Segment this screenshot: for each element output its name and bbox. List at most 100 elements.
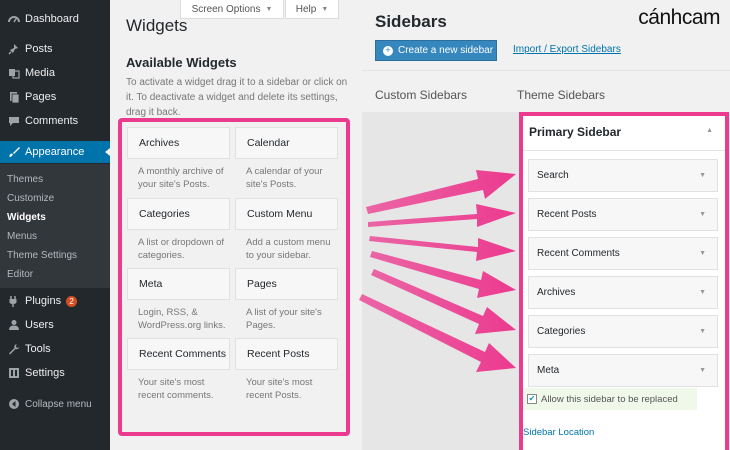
divider	[362, 70, 730, 71]
widget-description: A monthly archive of your site's Posts.	[138, 166, 224, 190]
submenu-menus[interactable]: Menus	[7, 231, 37, 242]
settings-icon	[7, 367, 20, 380]
widget-description: Your site's most recent comments.	[138, 377, 214, 401]
primary-sidebar-title[interactable]: Primary Sidebar	[529, 125, 621, 139]
sidebar-widget-search[interactable]: Search ▼	[528, 159, 718, 192]
sidebar-location-link[interactable]: Sidebar Location	[523, 427, 594, 438]
sidebar-widget-title: Search	[537, 170, 569, 181]
widget-description: Login, RSS, & WordPress.org links.	[138, 307, 226, 331]
widget-title: Calendar	[247, 137, 290, 149]
pages-icon	[7, 91, 20, 104]
import-export-link[interactable]: Import / Export Sidebars	[513, 44, 621, 55]
widget-description: A list of your site's Pages.	[246, 307, 322, 331]
widget-recent-posts[interactable]: Recent Posts	[235, 338, 338, 370]
divider	[523, 150, 725, 151]
submenu-widgets[interactable]: Widgets	[7, 212, 46, 223]
widget-title: Meta	[139, 278, 163, 290]
caret-down-icon[interactable]: ▼	[699, 172, 706, 179]
submenu-editor[interactable]: Editor	[7, 269, 33, 280]
replace-sidebar-label: Allow this sidebar to be replaced	[541, 393, 678, 405]
plug-icon	[7, 295, 20, 308]
help-button[interactable]: Help ▼	[285, 0, 339, 19]
submenu-customize[interactable]: Customize	[7, 193, 54, 204]
widget-description: A calendar of your site's Posts.	[246, 166, 323, 190]
theme-sidebars-heading: Theme Sidebars	[517, 88, 606, 102]
sidebar-widget-title: Recent Posts	[537, 209, 597, 220]
sidebar-widget-archives[interactable]: Archives ▼	[528, 276, 718, 309]
widget-title: Custom Menu	[247, 208, 313, 220]
sidebar-widget-recent-comments[interactable]: Recent Comments ▼	[528, 237, 718, 270]
menu-item-comments[interactable]: Comments	[0, 110, 110, 132]
widget-title: Categories	[139, 208, 190, 220]
screen-options-button[interactable]: Screen Options ▼	[180, 0, 284, 19]
media-icon	[7, 67, 20, 80]
create-sidebar-button[interactable]: + Create a new sidebar	[375, 40, 497, 61]
widgets-panel: Screen Options ▼ Help ▼ Widgets Availabl…	[110, 0, 362, 450]
menu-item-media[interactable]: Media	[0, 62, 110, 84]
widget-description: Add a custom menu to your sidebar.	[246, 237, 331, 261]
widget-meta[interactable]: Meta	[127, 268, 230, 300]
sidebar-widget-recent-posts[interactable]: Recent Posts ▼	[528, 198, 718, 231]
pin-icon	[7, 43, 20, 56]
sidebars-panel: Sidebars cánhcam + Create a new sidebar …	[362, 0, 730, 450]
sidebar-widget-title: Categories	[537, 326, 586, 337]
caret-down-icon[interactable]: ▼	[699, 289, 706, 296]
widget-recent-comments[interactable]: Recent Comments	[127, 338, 230, 370]
menu-item-dashboard[interactable]: Dashboard	[0, 8, 110, 30]
menu-item-plugins[interactable]: Plugins 2	[0, 290, 110, 312]
menu-item-appearance[interactable]: Appearance	[0, 141, 110, 163]
widget-categories[interactable]: Categories	[127, 198, 230, 230]
widget-title: Pages	[247, 278, 277, 290]
menu-item-pages[interactable]: Pages	[0, 86, 110, 108]
replace-sidebar-checkbox[interactable]: ✔	[527, 394, 537, 404]
plugins-update-badge: 2	[66, 295, 78, 307]
caret-down-icon[interactable]: ▼	[699, 211, 706, 218]
menu-label: Comments	[25, 115, 79, 127]
widget-title: Recent Comments	[139, 348, 226, 360]
submenu-themes[interactable]: Themes	[7, 174, 43, 185]
caret-down-icon: ▼	[265, 5, 273, 13]
brush-icon	[7, 146, 20, 159]
primary-sidebar-highlight: Primary Sidebar ▲ Search ▼ Recent Posts …	[519, 112, 729, 450]
create-sidebar-label: Create a new sidebar	[398, 45, 494, 56]
menu-label: Tools	[25, 343, 51, 355]
widget-title: Archives	[139, 137, 180, 149]
screen-options-label: Screen Options	[191, 3, 261, 15]
widget-pages[interactable]: Pages	[235, 268, 338, 300]
collapse-menu-button[interactable]: Collapse menu	[0, 393, 110, 415]
menu-item-settings[interactable]: Settings	[0, 362, 110, 384]
sidebar-widget-categories[interactable]: Categories ▼	[528, 315, 718, 348]
custom-sidebars-heading: Custom Sidebars	[375, 88, 468, 102]
menu-label: Pages	[25, 91, 57, 103]
menu-label: Posts	[25, 43, 53, 55]
caret-down-icon[interactable]: ▼	[699, 328, 706, 335]
widget-archives[interactable]: Archives	[127, 127, 230, 159]
sidebars-title: Sidebars	[375, 12, 447, 31]
widget-custom-menu[interactable]: Custom Menu	[235, 198, 338, 230]
menu-item-posts[interactable]: Posts	[0, 38, 110, 60]
submenu-theme-settings[interactable]: Theme Settings	[7, 250, 77, 261]
menu-label: Settings	[25, 367, 65, 379]
sidebar-widget-title: Archives	[537, 287, 576, 298]
menu-label: Media	[25, 67, 55, 79]
comments-icon	[7, 115, 20, 128]
caret-down-icon: ▼	[321, 5, 329, 13]
sidebar-widget-meta[interactable]: Meta ▼	[528, 354, 718, 387]
available-widgets-highlight: Archives A monthly archive of your site'…	[118, 118, 350, 436]
menu-item-tools[interactable]: Tools	[0, 338, 110, 360]
menu-label: Plugins	[25, 295, 62, 307]
widget-calendar[interactable]: Calendar	[235, 127, 338, 159]
caret-down-icon[interactable]: ▼	[699, 367, 706, 374]
available-widgets-heading: Available Widgets	[126, 55, 237, 70]
caret-down-icon[interactable]: ▼	[699, 250, 706, 257]
page-title: Widgets	[126, 16, 188, 35]
widget-description: Your site's most recent Posts.	[246, 377, 313, 401]
menu-item-users[interactable]: Users	[0, 314, 110, 336]
sidebar-widget-title: Recent Comments	[537, 248, 620, 259]
custom-sidebars-column	[362, 112, 517, 450]
dashboard-icon	[7, 13, 20, 26]
caret-up-icon[interactable]: ▲	[706, 127, 713, 134]
widget-description: A list or dropdown of categories.	[138, 237, 225, 261]
collapse-icon	[7, 398, 20, 411]
widget-title: Recent Posts	[247, 348, 310, 360]
